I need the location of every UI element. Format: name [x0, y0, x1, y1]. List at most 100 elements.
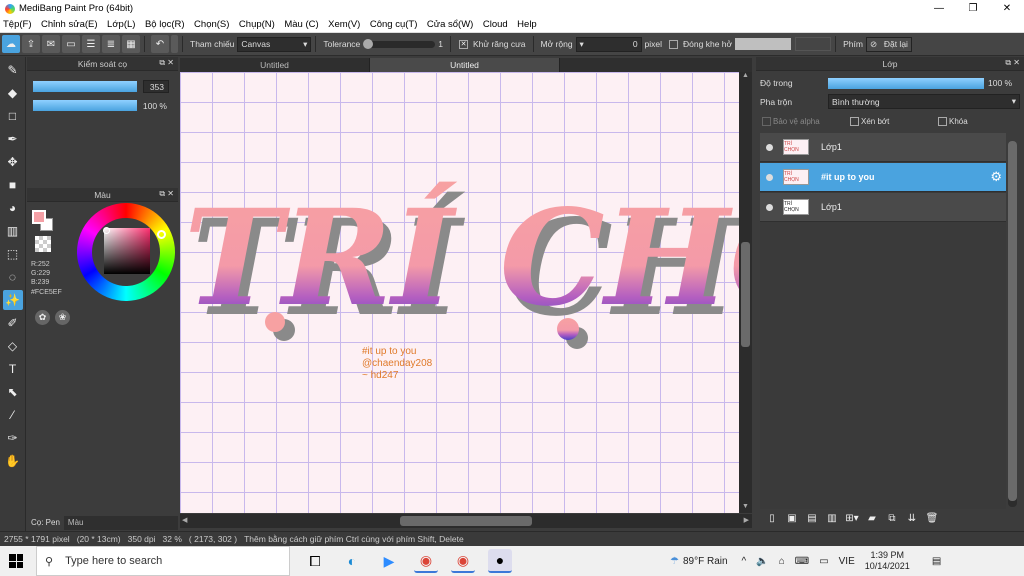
- language-indicator[interactable]: VIE: [839, 556, 855, 567]
- hand-tool-icon[interactable]: ✋: [3, 451, 23, 471]
- bucket-tool-icon[interactable]: ◕: [3, 198, 23, 218]
- folder-icon[interactable]: ▰: [864, 510, 880, 526]
- medibang-taskbar-icon[interactable]: ●: [488, 549, 512, 573]
- tab-untitled-1[interactable]: Untitled: [180, 58, 370, 72]
- menu-window[interactable]: Cửa sổ(W): [427, 19, 473, 30]
- document-icon[interactable]: ☰: [82, 35, 100, 53]
- tab-color[interactable]: Màu: [64, 516, 88, 530]
- layer-row[interactable]: TRÍ CHỌN Lớp1: [760, 193, 1006, 222]
- duplicate-layer-icon[interactable]: ⧉: [884, 510, 900, 526]
- move-tool-icon[interactable]: ✥: [3, 152, 23, 172]
- new-8bit-layer-icon[interactable]: ▤: [804, 510, 820, 526]
- cloud-icon[interactable]: ☁: [2, 35, 20, 53]
- operation-tool-icon[interactable]: ⬉: [3, 382, 23, 402]
- keyboard-icon[interactable]: ⌨: [795, 556, 809, 567]
- delete-layer-icon[interactable]: 🗑: [924, 510, 940, 526]
- lasso-tool-icon[interactable]: ◌: [3, 267, 23, 287]
- transparent-color-swatch[interactable]: [35, 236, 51, 252]
- reset-button[interactable]: ⊘ Đặt lại: [865, 36, 912, 52]
- menu-filter[interactable]: Bộ lọc(R): [145, 19, 185, 30]
- primary-color-swatch[interactable]: [32, 210, 46, 224]
- close-gap-checkbox[interactable]: [669, 39, 679, 49]
- layer-row-selected[interactable]: TRÍ CHỌN #it up to you ⚙: [760, 163, 1006, 192]
- close-button[interactable]: ✕: [990, 0, 1024, 17]
- weather-icon[interactable]: ☂: [670, 556, 679, 567]
- color-picker-cursor[interactable]: [103, 227, 110, 234]
- brush-size-value[interactable]: 353: [143, 80, 169, 93]
- clock[interactable]: 1:39 PM 10/14/2021: [865, 550, 910, 572]
- network-icon[interactable]: ⌂: [779, 556, 785, 567]
- rectangle-tool-icon[interactable]: □: [3, 106, 23, 126]
- menu-select[interactable]: Chọn(S): [194, 19, 229, 30]
- brush-tool-icon[interactable]: ✎: [3, 60, 23, 80]
- tab-untitled-2[interactable]: Untitled: [370, 58, 560, 72]
- layer-row[interactable]: TRÍ CHỌN Lớp1: [760, 133, 1006, 162]
- notification-icon[interactable]: ▤: [932, 556, 941, 567]
- speech-bubble-icon[interactable]: ▭: [62, 35, 80, 53]
- vertical-scroll-thumb[interactable]: [741, 242, 750, 347]
- clipping-checkbox[interactable]: [850, 117, 859, 126]
- visibility-eye-icon[interactable]: [766, 173, 773, 181]
- menu-cloud[interactable]: Cloud: [483, 19, 508, 30]
- dropper-tool-icon[interactable]: ⁄: [3, 405, 23, 425]
- gradient-tool-icon[interactable]: ▥: [3, 221, 23, 241]
- zoom-app-icon[interactable]: ▶: [377, 549, 401, 573]
- layer-list-scroll-thumb[interactable]: [1008, 141, 1017, 501]
- reference-select[interactable]: Canvas ▾: [237, 36, 312, 52]
- comment-icon[interactable]: ✉: [42, 35, 60, 53]
- task-view-icon[interactable]: ⧠: [303, 549, 327, 573]
- slider-knob[interactable]: [363, 38, 374, 49]
- brush-opacity-bar[interactable]: [33, 100, 137, 111]
- vertical-scrollbar[interactable]: ▲ ▼: [739, 72, 752, 513]
- tray-chevron-icon[interactable]: ^: [742, 556, 747, 567]
- menu-edit[interactable]: Chỉnh sửa(E): [41, 19, 98, 30]
- edge-icon[interactable]: ◐: [340, 549, 364, 573]
- menu-layer[interactable]: Lớp(L): [107, 19, 135, 30]
- marquee-tool-icon[interactable]: ⬚: [3, 244, 23, 264]
- grid-icon[interactable]: ▦: [122, 35, 140, 53]
- taskbar-search[interactable]: ⚲ Type here to search: [36, 546, 290, 576]
- toolbar-handle[interactable]: [171, 35, 178, 53]
- hue-wheel[interactable]: [77, 203, 175, 301]
- weather-text[interactable]: 89°F Rain: [683, 556, 728, 567]
- new-layer-icon[interactable]: ▯: [764, 510, 780, 526]
- menu-color[interactable]: Màu (C): [284, 19, 318, 30]
- fill-rect-tool-icon[interactable]: ■: [3, 175, 23, 195]
- panel-controls-icon[interactable]: ⧉ ✕: [159, 58, 174, 68]
- menu-help[interactable]: Help: [517, 19, 537, 30]
- scroll-left-icon[interactable]: ◀: [182, 516, 187, 524]
- menu-snap[interactable]: Chụp(N): [239, 19, 275, 30]
- scroll-right-icon[interactable]: ▶: [744, 516, 749, 524]
- lock-checkbox[interactable]: [938, 117, 947, 126]
- select-pen-tool-icon[interactable]: ✐: [3, 313, 23, 333]
- magic-wand-tool-icon[interactable]: ✨: [2, 290, 23, 310]
- panel-controls-icon[interactable]: ⧉ ✕: [1005, 58, 1020, 68]
- text-tool-icon[interactable]: T: [3, 359, 23, 379]
- add-layer-menu-icon[interactable]: ⊞▾: [844, 510, 860, 526]
- menu-view[interactable]: Xem(V): [328, 19, 360, 30]
- brush-size-bar[interactable]: [33, 81, 137, 92]
- scroll-down-icon[interactable]: ▼: [740, 503, 751, 513]
- select-eraser-tool-icon[interactable]: ◇: [3, 336, 23, 356]
- layer-opacity-track[interactable]: [828, 78, 984, 89]
- saturation-value-square[interactable]: [104, 228, 150, 274]
- hue-picker-cursor[interactable]: [157, 230, 166, 239]
- merge-layer-icon[interactable]: ⇊: [904, 510, 920, 526]
- eraser-tool-icon[interactable]: ◆: [3, 83, 23, 103]
- minimize-button[interactable]: —: [922, 0, 956, 17]
- brush-opacity-value[interactable]: 100 %: [137, 99, 171, 112]
- layer-list-scrollbar[interactable]: [1008, 141, 1017, 507]
- scroll-up-icon[interactable]: ▲: [740, 72, 751, 82]
- new-halftone-layer-icon[interactable]: ▣: [784, 510, 800, 526]
- list-icon[interactable]: ≣: [102, 35, 120, 53]
- close-gap-slider[interactable]: [735, 38, 792, 50]
- gear-icon[interactable]: ⚙: [990, 169, 1002, 185]
- undo-icon[interactable]: ↶: [151, 35, 169, 53]
- battery-icon[interactable]: ▭: [819, 556, 828, 567]
- new-1bit-layer-icon[interactable]: ▥: [824, 510, 840, 526]
- windows-start-icon[interactable]: [9, 554, 23, 568]
- horizontal-scroll-thumb[interactable]: [400, 516, 532, 526]
- share-icon[interactable]: ⇪: [22, 35, 40, 53]
- expand-input[interactable]: ▾ 0: [575, 36, 642, 52]
- visibility-eye-icon[interactable]: [766, 203, 773, 211]
